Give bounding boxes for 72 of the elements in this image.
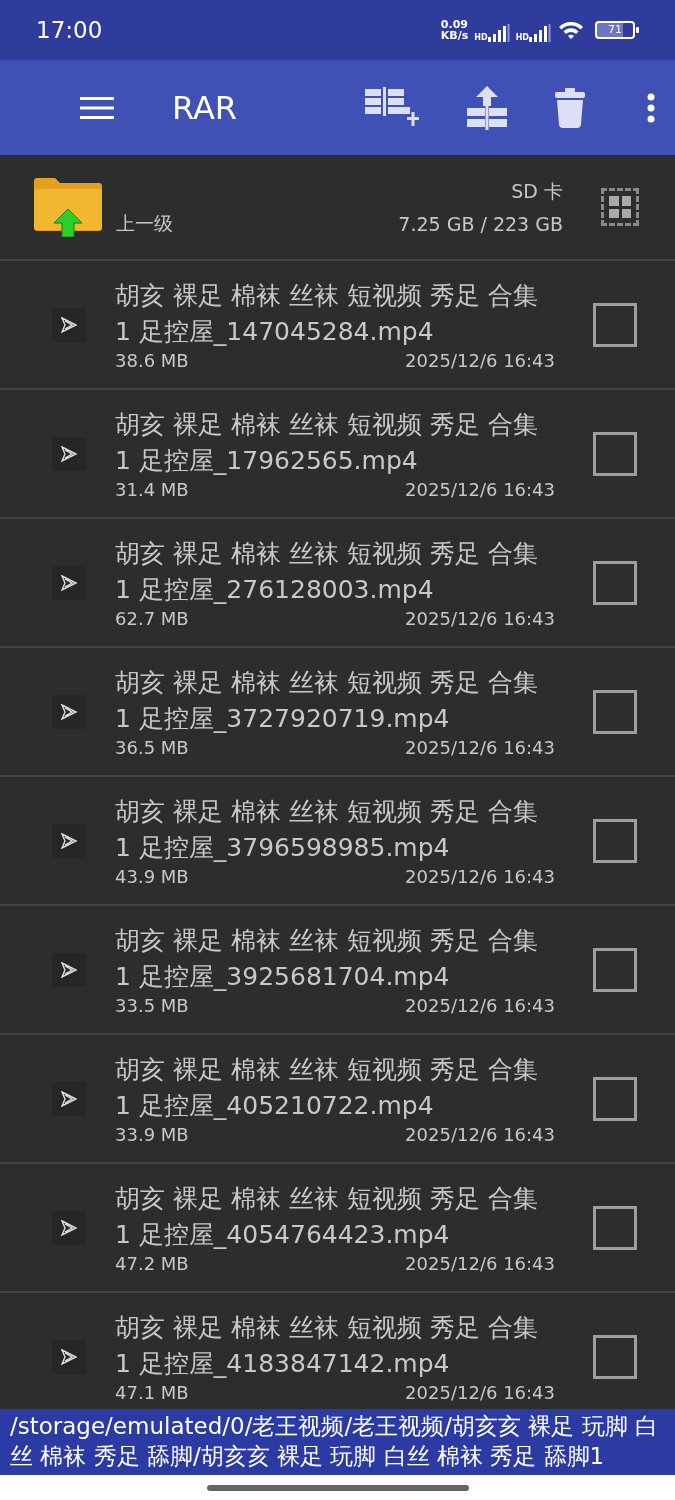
video-file-icon xyxy=(52,307,86,342)
network-label: HD xyxy=(515,32,529,42)
more-icon xyxy=(647,92,655,123)
video-file-icon xyxy=(52,952,86,987)
parent-folder-button[interactable]: 上一级 xyxy=(32,177,173,237)
file-name: 胡亥 裸足 棉袜 丝袜 短视频 秀足 合集 1 足控屋_3796598985.mp4 xyxy=(115,795,539,864)
file-name: 胡亥 裸足 棉袜 丝袜 短视频 秀足 合集 1 足控屋_3925681704.mp4 xyxy=(115,924,539,993)
extract-icon xyxy=(467,85,507,130)
signal-icon xyxy=(487,23,510,42)
file-size: 36.5 MB xyxy=(115,736,189,759)
file-date: 2025/12/6 16:43 xyxy=(405,865,555,888)
current-path: /storage/emulated/0/老王视频/老王视频/胡亥亥 裸足 玩脚 白丝 棉袜 秀足 舔脚/胡亥亥 裸足 玩脚 白丝 棉袜 秀足 舔脚1 xyxy=(10,1413,658,1469)
extract-button[interactable] xyxy=(467,85,507,130)
wifi-icon xyxy=(557,19,585,41)
app-title: RAR xyxy=(172,88,239,127)
file-date: 2025/12/6 16:43 xyxy=(405,607,555,630)
more-button[interactable] xyxy=(647,92,655,123)
video-file-icon xyxy=(52,436,86,471)
file-size: 38.6 MB xyxy=(115,349,189,372)
file-size: 33.5 MB xyxy=(115,994,189,1017)
video-file-icon xyxy=(52,565,86,600)
video-file-icon xyxy=(52,1339,86,1374)
menu-icon xyxy=(80,95,114,120)
net-speed-unit: KB/s xyxy=(440,30,469,41)
checkbox[interactable] xyxy=(593,947,637,992)
checkbox[interactable] xyxy=(593,1205,637,1250)
status-time: 17:00 xyxy=(36,17,104,43)
checkbox[interactable] xyxy=(593,431,637,476)
checkbox[interactable] xyxy=(593,1334,637,1379)
file-date: 2025/12/6 16:43 xyxy=(405,349,555,372)
delete-button[interactable] xyxy=(555,87,585,128)
file-name: 胡亥 裸足 棉袜 丝袜 短视频 秀足 合集 1 足控屋_4183847142.mp4 xyxy=(115,1311,539,1380)
checkbox[interactable] xyxy=(593,689,637,734)
video-file-icon xyxy=(52,694,86,729)
video-file-icon xyxy=(52,823,86,858)
checkbox[interactable] xyxy=(593,302,637,347)
checkbox[interactable] xyxy=(593,560,637,605)
file-name: 胡亥 裸足 棉袜 丝袜 短视频 秀足 合集 1 足控屋_405210722.mp4 xyxy=(115,1053,539,1122)
net-speed: 0.09 xyxy=(440,19,469,30)
storage-usage: 7.25 GB / 223 GB xyxy=(398,213,563,235)
menu-button[interactable] xyxy=(80,95,114,120)
file-size: 33.9 MB xyxy=(115,1123,189,1146)
file-date: 2025/12/6 16:43 xyxy=(405,478,555,501)
file-name: 胡亥 裸足 棉袜 丝袜 短视频 秀足 合集 1 足控屋_17962565.mp4 xyxy=(115,408,539,477)
file-name: 胡亥 裸足 棉袜 丝袜 短视频 秀足 合集 1 足控屋_276128003.mp4 xyxy=(115,537,539,606)
file-date: 2025/12/6 16:43 xyxy=(405,736,555,759)
grid-view-icon[interactable] xyxy=(601,188,639,226)
file-size: 62.7 MB xyxy=(115,607,189,630)
checkbox[interactable] xyxy=(593,1076,637,1121)
signal-icon xyxy=(529,23,551,42)
file-date: 2025/12/6 16:43 xyxy=(405,994,555,1017)
file-name: 胡亥 裸足 棉袜 丝袜 短视频 秀足 合集 1 足控屋_4054764423.mp4 xyxy=(115,1182,539,1251)
file-size: 47.1 MB xyxy=(115,1381,189,1404)
file-date: 2025/12/6 16:43 xyxy=(405,1381,555,1404)
video-file-icon xyxy=(52,1081,86,1116)
storage-name: SD 卡 xyxy=(511,179,563,204)
checkbox[interactable] xyxy=(593,818,637,863)
folder-up-icon xyxy=(32,177,104,237)
list-plus-icon xyxy=(365,86,419,129)
file-name: 胡亥 裸足 棉袜 丝袜 短视频 秀足 合集 1 足控屋_147045284.mp4 xyxy=(115,279,539,348)
file-date: 2025/12/6 16:43 xyxy=(405,1123,555,1146)
file-size: 43.9 MB xyxy=(115,865,189,888)
network-label: HD xyxy=(474,32,488,42)
add-to-archive-button[interactable] xyxy=(365,86,419,129)
trash-icon xyxy=(555,87,585,128)
video-file-icon xyxy=(52,1210,86,1245)
file-size: 47.2 MB xyxy=(115,1252,189,1275)
file-size: 31.4 MB xyxy=(115,478,189,501)
file-name: 胡亥 裸足 棉袜 丝袜 短视频 秀足 合集 1 足控屋_3727920719.mp4 xyxy=(115,666,539,735)
file-date: 2025/12/6 16:43 xyxy=(405,1252,555,1275)
home-indicator[interactable] xyxy=(206,1484,469,1491)
battery-icon: 71 xyxy=(595,21,635,39)
